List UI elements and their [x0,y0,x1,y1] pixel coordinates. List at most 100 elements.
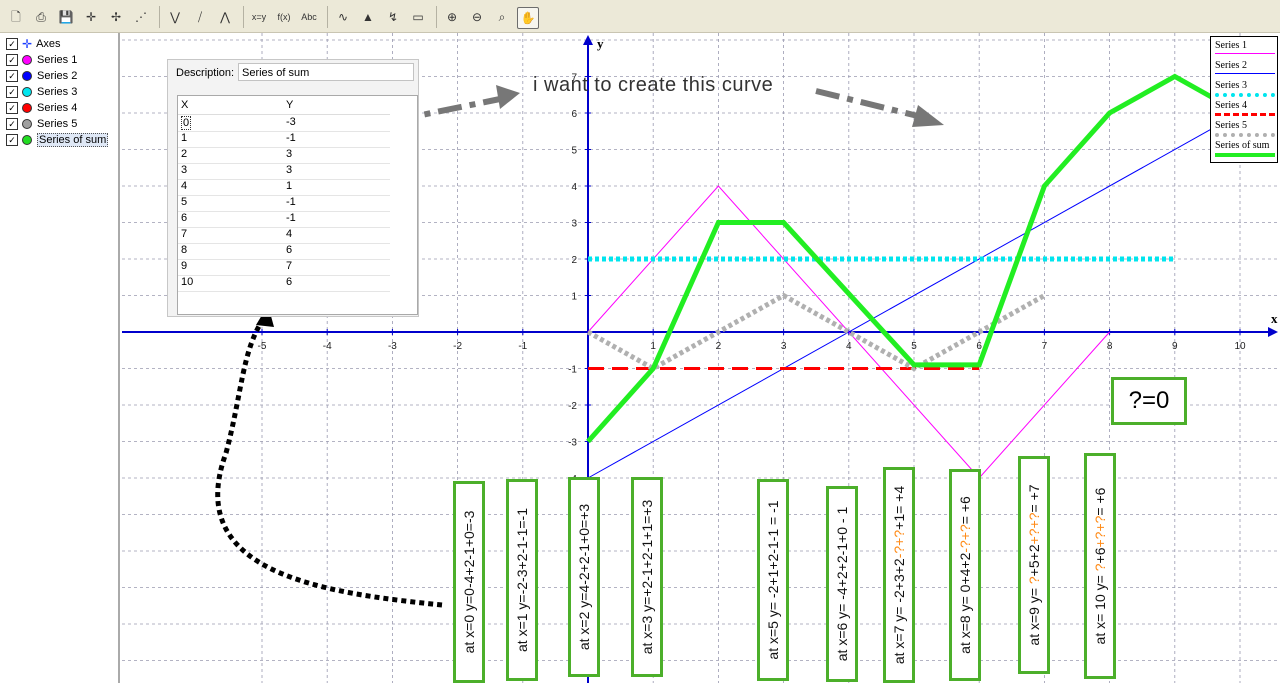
zoom-in-icon[interactable]: ⊕ [442,7,462,27]
table-row[interactable]: 0 -3 [178,115,390,132]
axes-icon[interactable]: ✛ [81,7,101,27]
tree-item-label: Series 1 [37,54,78,66]
x-tick-label: -3 [388,341,397,352]
cell-y[interactable]: 7 [286,260,292,272]
tree-item-series-4[interactable]: ✓ Series 4 [6,101,77,115]
table-row[interactable]: 6 -1 [178,211,390,228]
x-axis-arrow [1268,327,1278,337]
cell-y[interactable]: -1 [286,132,296,144]
cell-y[interactable]: -1 [286,196,296,208]
cell-y[interactable]: 6 [286,276,292,288]
cell-y[interactable]: 6 [286,244,292,256]
x-tick-label: -1 [518,341,527,352]
point-icon[interactable]: ⋰ [131,7,151,27]
print-icon[interactable]: ⎙ [31,7,51,27]
cell-x[interactable]: 5 [181,196,187,208]
new-icon[interactable]: 🗋 [6,7,26,27]
cell-y[interactable]: -1 [286,212,296,224]
tree-item-series-3[interactable]: ✓ Series 3 [6,85,77,99]
cell-x[interactable]: 10 [181,276,193,288]
legend-entry-label: Series 2 [1215,60,1247,71]
cell-y[interactable]: -3 [286,116,296,128]
cell-y[interactable]: 3 [286,148,292,160]
value-box-text: at x=7 y= -2+3+2-?+?+1= +4 [891,485,907,665]
toolbar-separator [159,6,160,28]
label-icon[interactable]: Abc [299,7,319,27]
legend-swatch [1215,93,1275,97]
table-row[interactable]: 10 6 [178,275,390,292]
value-box: at x=7 y= -2+3+2-?+?+1= +4 [883,467,915,683]
visibility-checkbox[interactable]: ✓ [6,86,18,98]
tree-item-series-1[interactable]: ✓ Series 1 [6,53,77,67]
area-icon[interactable]: ▲ [358,7,378,27]
annotation-arrow-right-head [912,105,944,127]
cell-x[interactable]: 1 [181,132,187,144]
y-tick-label: -3 [568,438,577,449]
value-box-text: at x=0 y=0-4+2-1+0=-3 [461,510,477,654]
tree-item-series-of-sum[interactable]: ✓ Series of sum [6,133,109,147]
cell-y[interactable]: 1 [286,180,292,192]
table-row[interactable]: 74 [178,227,390,244]
legend-entry-label: Series 1 [1215,40,1247,51]
legend-entry-label: Series of sum [1215,140,1270,151]
legend-swatch [1215,113,1275,116]
visibility-checkbox[interactable]: ✓ [6,54,18,66]
zoom-fit-icon[interactable]: ⌕ [492,7,512,27]
table-row[interactable]: 23 [178,147,390,164]
visibility-checkbox[interactable]: ✓ [6,134,18,146]
table-row[interactable]: 97 [178,259,390,276]
tree-item-label: Series 2 [37,70,78,82]
cell-x[interactable]: 4 [181,180,187,192]
series-color-icon [22,119,32,129]
legend-swatch [1215,133,1275,137]
visibility-checkbox[interactable]: ✓ [6,102,18,114]
cell-x[interactable]: 0 [181,116,192,130]
tangent-icon[interactable]: ↯ [383,7,403,27]
cell-x[interactable]: 9 [181,260,187,272]
cell-x[interactable]: 2 [181,148,187,160]
table-row[interactable]: 86 [178,243,390,260]
column-x-header: X [181,99,189,111]
fx-icon[interactable]: f(x) [274,7,294,27]
visibility-checkbox[interactable]: ✓ [6,38,18,50]
table-row[interactable]: 5 -1 [178,195,390,212]
series-color-icon [22,55,32,65]
hand-icon[interactable]: ✋ [517,7,539,29]
visibility-checkbox[interactable]: ✓ [6,70,18,82]
plot-icon[interactable]: ∿ [333,7,353,27]
y-tick-label: -2 [568,401,577,412]
zoom-out-icon[interactable]: ⊖ [467,7,487,27]
value-box: at x=8 y= 0+4+2-?+?= +6 [949,469,981,681]
description-label: Description: [176,67,235,79]
function-icon[interactable]: ✢ [106,7,126,27]
y-tick-label: -1 [568,365,577,376]
cell-x[interactable]: 8 [181,244,187,256]
x-tick-label: 6 [976,341,982,352]
description-input[interactable]: Series of sum [238,63,414,81]
curve-icon[interactable]: ⋀ [215,7,235,27]
value-box: at x=0 y=0-4+2-1+0=-3 [453,481,485,683]
tree-item-axes[interactable]: ✓ ✛ Axes [6,37,61,51]
cell-y[interactable]: 3 [286,164,292,176]
visibility-checkbox[interactable]: ✓ [6,118,18,130]
table-row[interactable]: 33 [178,163,390,180]
xy-icon[interactable]: x=y [249,7,269,27]
y-tick-label: 3 [571,219,577,230]
table-row[interactable]: 1 -1 [178,131,390,148]
save-icon[interactable]: 💾 [56,7,76,27]
cell-y[interactable]: 4 [286,228,292,240]
line-icon[interactable]: ⋁ [165,7,185,27]
frame-icon[interactable]: ▭ [408,7,428,27]
x-axis-label: x [1271,311,1278,326]
cell-x[interactable]: 6 [181,212,187,224]
tree-item-series-2[interactable]: ✓ Series 2 [6,69,77,83]
cell-x[interactable]: 7 [181,228,187,240]
table-row[interactable]: 41 [178,179,390,196]
segment-icon[interactable]: ⧸ [190,7,210,27]
value-box-text: at x=2 y=4-2+2-1+0=+3 [576,503,592,651]
tree-item-series-5[interactable]: ✓ Series 5 [6,117,77,131]
x-tick-label: 10 [1234,341,1246,352]
cell-x[interactable]: 3 [181,164,187,176]
xy-data-grid[interactable]: X Y 0 -3 1 -1 2 3 3 3 4 1 5 -1 6 -1 7 4 8 6 9 7 10 6 [177,95,418,315]
tree-item-label: Series of sum [37,133,109,147]
